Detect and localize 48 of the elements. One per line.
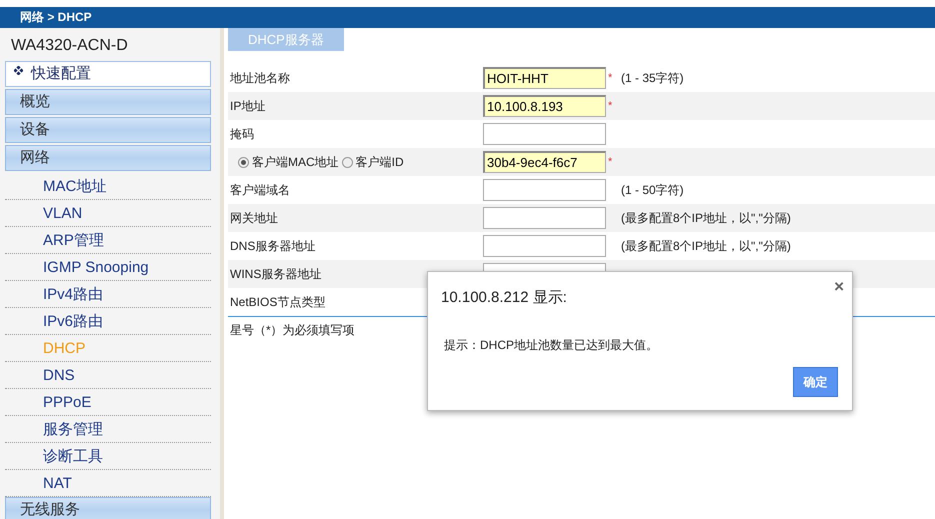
hint-text: (最多配置8个IP地址，以","分隔) [621,210,791,227]
hint-text: (最多配置8个IP地址，以","分隔) [621,238,791,255]
input-field[interactable]: 10.100.8.193 [483,95,606,117]
hint-text: (1 - 50字符) [621,182,684,199]
menu-group[interactable]: 网络 [5,145,211,171]
dialog-message: 提示：DHCP地址池数量已达到最大值。 [444,337,658,354]
radio-label: 客户端MAC地址 [252,154,339,171]
submenu-item[interactable]: ARP管理 [5,227,211,254]
field-label: IP地址 [230,99,266,113]
field-label: 客户端域名 [230,183,290,197]
radio-button[interactable] [342,156,353,168]
menu-group[interactable]: 设备 [5,117,211,143]
submenu-item[interactable]: VLAN [5,200,211,227]
radio-button[interactable] [238,156,249,168]
input-field[interactable]: HOIT-HHT [483,67,606,89]
input-field[interactable] [483,235,606,257]
dialog-title: 10.100.8.212 显示: [441,288,567,308]
submenu-item[interactable]: IGMP Snooping [5,254,211,281]
required-mark: * [608,154,614,170]
diamond-icon [14,66,23,74]
input-field[interactable] [483,123,606,145]
close-button[interactable]: × [832,278,846,295]
submenu-item[interactable]: DNS [5,362,211,389]
breadcrumb: 网络 > DHCP [20,10,92,24]
radio-label: 客户端ID [356,154,404,171]
menu-group[interactable]: 概览 [5,89,211,115]
submenu-item[interactable]: PPPoE [5,389,211,416]
input-field[interactable] [483,179,606,201]
device-name: WA4320-ACN-D [10,36,129,56]
field-label: 掩码 [230,127,254,141]
required-mark: * [608,70,614,86]
field-label: WINS服务器地址 [230,267,322,281]
required-mark: * [608,98,614,114]
submenu-item[interactable]: IPv4路由 [5,281,211,308]
hint-text: (1 - 35字符) [621,70,684,87]
submenu-item[interactable]: IPv6路由 [5,308,211,335]
required-note: 星号（*）为必须填写项 [230,323,355,337]
field-label: 网关地址 [230,211,278,225]
input-field[interactable] [483,207,606,229]
field-label: 地址池名称 [230,71,290,85]
menu-group[interactable]: 无线服务 [5,497,211,519]
submenu-item[interactable]: MAC地址 [5,173,211,200]
submenu-item[interactable]: 诊断工具 [5,443,211,470]
menu-item[interactable]: 快速配置 [5,61,211,87]
input-field[interactable]: 30b4-9ec4-f6c7 [483,151,606,173]
field-label: DNS服务器地址 [230,239,316,253]
field-label: NetBIOS节点类型 [230,295,326,309]
submenu-item[interactable]: 服务管理 [5,416,211,443]
